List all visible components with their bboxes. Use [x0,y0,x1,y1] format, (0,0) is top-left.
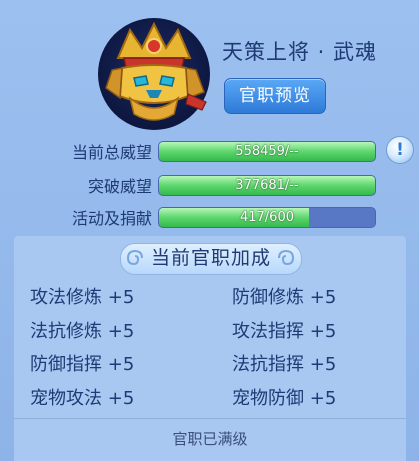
rank-preview-button[interactable]: 官职预览 [224,78,326,114]
section-title: 当前官职加成 [150,247,271,269]
bar-value: 377681/-- [235,178,299,193]
bonus-item: 防御指挥 +5 [30,350,134,376]
activity-donation-bar: 417/600 [158,207,376,228]
bonus-value: +5 [107,321,135,342]
bonus-name: 法抗指挥 [232,354,304,375]
bonus-value: +5 [309,388,337,409]
bonus-name: 法抗修炼 [30,321,102,342]
bonus-value: +5 [107,354,135,375]
bonus-item: 法抗修炼 +5 [30,317,134,343]
bonus-name: 防御指挥 [30,354,102,375]
bonus-value: +5 [309,354,337,375]
info-icon[interactable]: ! [386,136,414,164]
bar-value: 417/600 [239,210,294,225]
bonus-name: 宠物攻法 [30,388,102,409]
title-text: 天策上将 · 武魂 [222,40,378,64]
bonus-value: +5 [309,287,337,308]
bonus-value: +5 [107,287,135,308]
bonus-item: 攻法修炼 +5 [30,283,134,309]
golden-helmet-icon [98,18,210,130]
bonus-name: 防御修炼 [232,287,304,308]
bonus-name: 宠物防御 [232,388,304,409]
bonus-name: 攻法指挥 [232,321,304,342]
bonus-item: 法抗指挥 +5 [232,350,336,376]
breakthrough-prestige-bar: 377681/-- [158,175,376,196]
divider [14,418,406,419]
max-level-status: 官职已满级 [172,430,248,448]
bonus-item: 宠物攻法 +5 [30,384,134,410]
bonus-value: +5 [107,388,135,409]
bonus-value: +5 [309,321,337,342]
stat-label-activity-donation: 活动及捐献 [71,209,152,228]
rank-panel: 天策上将 · 武魂 官职预览 当前总威望 558459/-- 突破威望 3776… [0,0,419,461]
bar-value: 558459/-- [235,144,299,159]
stat-label-total-prestige: 当前总威望 [71,143,152,162]
total-prestige-bar: 558459/-- [158,141,376,162]
stat-label-breakthrough-prestige: 突破威望 [87,177,152,196]
bonus-item: 防御修炼 +5 [232,283,336,309]
bonus-name: 攻法修炼 [30,287,102,308]
bonus-item: 攻法指挥 +5 [232,317,336,343]
bonus-item: 宠物防御 +5 [232,384,336,410]
